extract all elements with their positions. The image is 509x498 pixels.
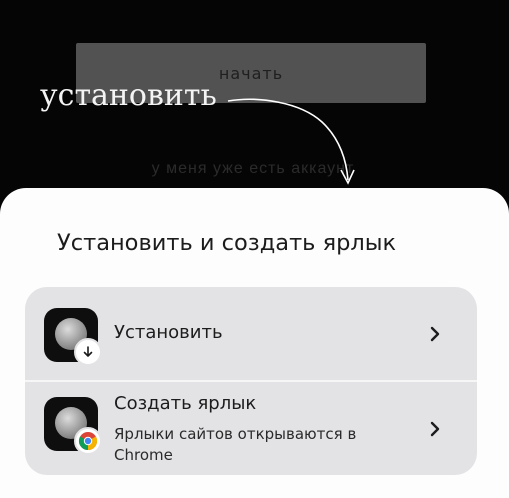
download-badge (74, 338, 102, 366)
create-shortcut-label: Создать ярлык (114, 393, 257, 414)
chrome-badge (74, 427, 102, 455)
app-icon (44, 308, 102, 366)
annotation-arrow-icon (227, 98, 355, 185)
app-icon (44, 397, 102, 455)
create-shortcut-sublabel: Ярлыки сайтов открываются в Chrome (114, 425, 357, 464)
options-card: Установить Создать ярлык Ярлыки сайтов о… (25, 287, 477, 475)
chevron-right-icon (430, 421, 440, 437)
create-shortcut-option[interactable]: Создать ярлык Ярлыки сайтов открываются … (25, 382, 477, 475)
chrome-icon (78, 432, 98, 450)
install-bottom-sheet: Установить и создать ярлык Установить Со… (0, 188, 509, 498)
install-option[interactable]: Установить (25, 287, 477, 380)
sheet-title: Установить и создать ярлык (57, 230, 397, 256)
download-icon (83, 346, 93, 357)
install-label: Установить (114, 322, 223, 343)
chevron-right-icon (430, 326, 440, 342)
